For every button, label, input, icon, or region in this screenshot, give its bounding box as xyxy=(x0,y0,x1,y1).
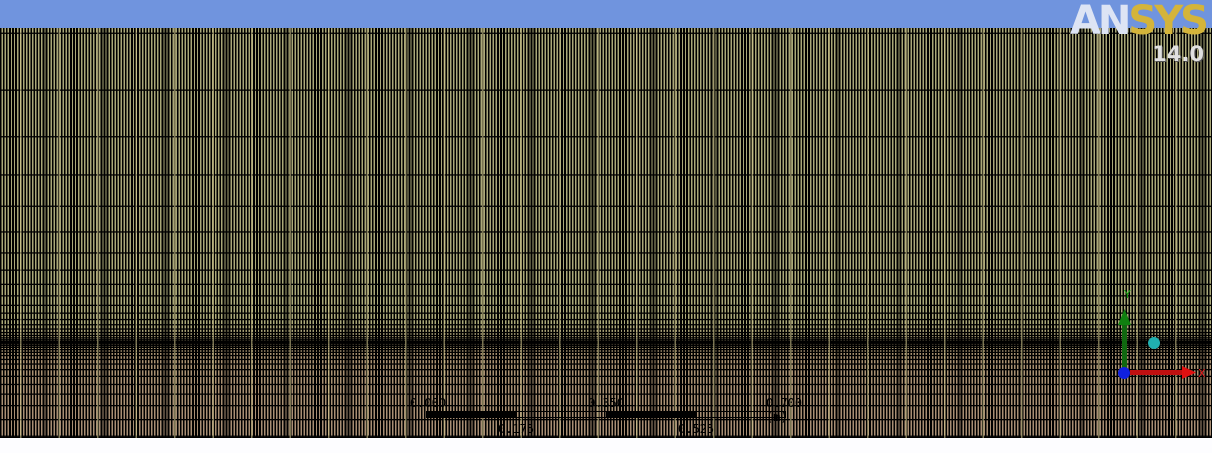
mesh-highlight-line xyxy=(944,28,946,438)
version-label: 14.0 xyxy=(1152,42,1204,66)
mesh-highlight-line xyxy=(405,28,407,438)
mesh-highlight-line xyxy=(20,28,22,438)
mesh-line xyxy=(0,136,1212,138)
mesh-highlight-line xyxy=(751,28,753,438)
mesh-line xyxy=(0,358,1212,361)
mesh-line xyxy=(0,32,1212,34)
mesh-line xyxy=(0,375,1212,377)
scale-label-2: 0.700 (m) xyxy=(766,396,803,424)
mesh-line xyxy=(0,342,1212,344)
scale-label-mid-0: 0.175 xyxy=(498,422,535,436)
mesh-highlight-line xyxy=(674,28,676,438)
mesh-line xyxy=(0,363,1212,365)
mesh-highlight-line xyxy=(443,28,445,438)
mesh-line xyxy=(0,269,1212,271)
mesh-line xyxy=(0,295,1212,297)
mesh-line xyxy=(0,349,1212,351)
mesh-line xyxy=(0,337,1212,339)
mesh-line xyxy=(0,318,1212,321)
mesh-highlight-line xyxy=(174,28,176,438)
mesh-line xyxy=(0,312,1212,314)
mesh-highlight-line xyxy=(828,28,830,438)
z-axis-ball xyxy=(1118,367,1130,379)
ansys-logo: ANSYS xyxy=(1069,0,1209,44)
mesh-line xyxy=(0,252,1212,254)
mesh-highlight-line xyxy=(636,28,638,438)
mesh-line xyxy=(0,283,1212,285)
mesh-line xyxy=(0,328,1212,330)
mesh-highlight-line xyxy=(366,28,368,438)
mesh-highlight-line xyxy=(867,28,869,438)
isometric-view-ball[interactable] xyxy=(1148,337,1160,349)
axis-triad[interactable]: Y X xyxy=(1110,285,1212,385)
mesh-highlight-line xyxy=(790,28,792,438)
logo-an: AN xyxy=(1069,0,1131,44)
mesh-line xyxy=(0,343,1212,345)
mesh-line xyxy=(0,304,1212,306)
mesh-line xyxy=(0,231,1212,233)
y-axis-label: Y xyxy=(1123,288,1131,301)
mesh-line xyxy=(0,351,1212,353)
mesh-line xyxy=(0,344,1212,347)
mesh-highlight-line xyxy=(482,28,484,438)
mesh-horizontal-lines xyxy=(0,28,1212,438)
y-axis-shaft xyxy=(1122,323,1127,371)
logo-sys: SYS xyxy=(1128,0,1209,44)
mesh-line xyxy=(0,369,1212,371)
mesh-highlight-line xyxy=(97,28,99,438)
mesh-highlight-line xyxy=(251,28,253,438)
mesh-highlight-line xyxy=(905,28,907,438)
mesh-line xyxy=(0,339,1212,341)
y-axis-arrow xyxy=(1118,309,1131,325)
mesh-line xyxy=(0,393,1212,395)
scale-label-0: 0.000 xyxy=(410,396,447,410)
mesh-line xyxy=(0,346,1212,348)
mesh-highlight-line xyxy=(328,28,330,438)
mesh-highlight-line xyxy=(289,28,291,438)
mesh-line xyxy=(0,205,1212,207)
mesh-highlight-line xyxy=(982,28,984,438)
x-axis-shaft xyxy=(1130,370,1184,375)
mesh-line xyxy=(0,174,1212,176)
mesh-line xyxy=(0,354,1212,357)
mesh-highlight-line xyxy=(520,28,522,438)
mesh-line xyxy=(0,383,1212,386)
mesh-highlight-line xyxy=(1098,28,1100,438)
mesh-line xyxy=(0,331,1212,334)
mesh-highlight-line xyxy=(559,28,561,438)
graphics-viewport[interactable]: ANSYS 14.0 0.000 0.350 0.700 (m) 0.175 0… xyxy=(0,0,1212,438)
mesh-highlight-line xyxy=(135,28,137,438)
mesh-line xyxy=(0,340,1212,342)
mesh-highlight-line xyxy=(713,28,715,438)
mesh-display[interactable] xyxy=(0,28,1212,438)
scale-bar: 0.000 0.350 0.700 (m) 0.175 0.525 xyxy=(410,396,830,438)
mesh-highlight-line xyxy=(1059,28,1061,438)
scale-label-mid-1: 0.525 xyxy=(678,422,715,436)
scale-label-1: 0.350 xyxy=(588,396,625,410)
mesh-highlight-line xyxy=(597,28,599,438)
mesh-line xyxy=(0,89,1212,91)
mesh-line xyxy=(0,334,1212,337)
mesh-highlight-line xyxy=(1021,28,1023,438)
mesh-line xyxy=(0,324,1212,326)
x-axis-label: X xyxy=(1198,367,1206,380)
scale-bar-graphic xyxy=(426,411,786,418)
x-axis-arrow xyxy=(1182,366,1196,379)
mesh-highlight-line xyxy=(212,28,214,438)
mesh-highlight-line xyxy=(58,28,60,438)
